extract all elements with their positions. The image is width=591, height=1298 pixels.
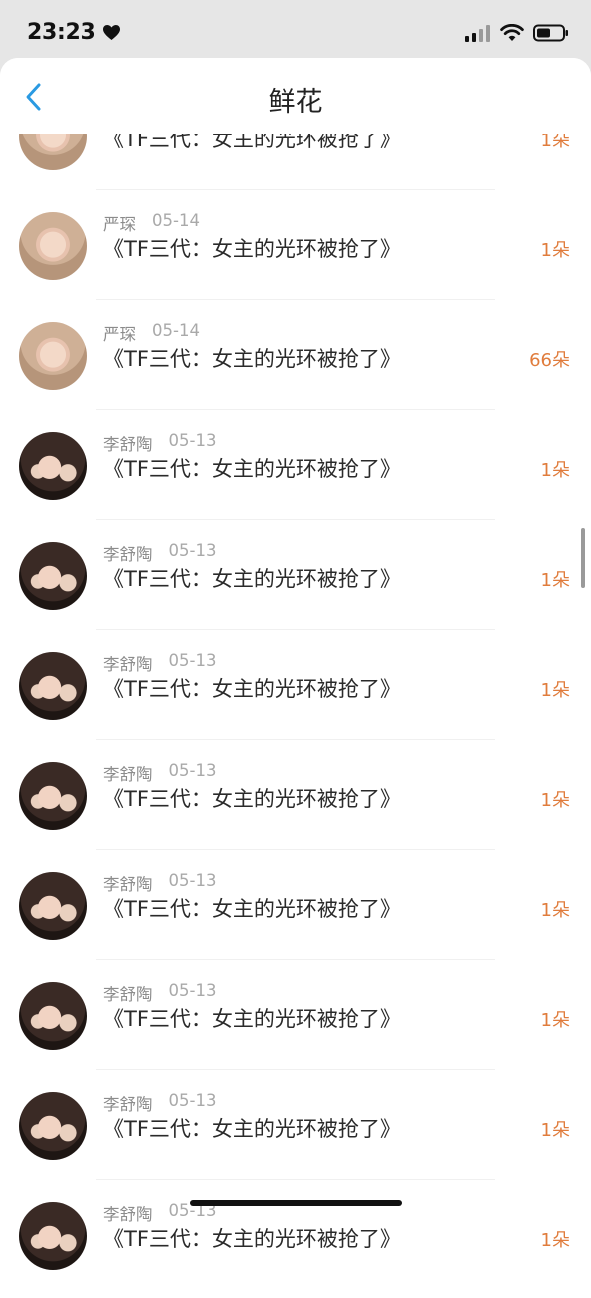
item-username: 严琛	[103, 325, 136, 344]
item-count: 1朵	[540, 900, 570, 921]
item-title: 《TF三代：女主的光环被抢了》	[103, 457, 401, 481]
item-username: 李舒陶	[103, 1205, 153, 1224]
item-title: 《TF三代：女主的光环被抢了》	[103, 1117, 401, 1141]
item-date: 05-13	[168, 1091, 217, 1110]
item-date: 05-13	[168, 651, 217, 670]
item-count: 1朵	[540, 1120, 570, 1141]
avatar[interactable]	[19, 542, 87, 610]
item-count: 1朵	[540, 240, 570, 261]
item-username: 李舒陶	[103, 985, 153, 1004]
list-item[interactable]: 李舒陶 05-13 《TF三代：女主的光环被抢了》 1朵	[0, 410, 591, 520]
item-username: 李舒陶	[103, 875, 153, 894]
flowers-card: 鲜花 《TF三代：女主的光环被抢了》 1朵 严琛 05-14 《TF三代：女主的…	[0, 58, 591, 1298]
list-item[interactable]: 李舒陶 05-13 《TF三代：女主的光环被抢了》 1朵	[0, 1180, 591, 1290]
list-item[interactable]: 严琛 05-14 《TF三代：女主的光环被抢了》 1朵	[0, 190, 591, 300]
item-username: 李舒陶	[103, 1095, 153, 1114]
item-count: 1朵	[540, 1010, 570, 1031]
flower-list: 《TF三代：女主的光环被抢了》 1朵 严琛 05-14 《TF三代：女主的光环被…	[0, 80, 591, 1290]
home-indicator[interactable]	[190, 1200, 402, 1206]
item-username: 严琛	[103, 215, 136, 234]
item-count: 1朵	[540, 680, 570, 701]
nav-header: 鲜花	[0, 58, 591, 134]
item-count: 1朵	[540, 790, 570, 811]
item-date: 05-13	[168, 431, 217, 450]
scroll-indicator[interactable]	[581, 528, 585, 588]
status-icons	[465, 24, 569, 42]
item-date: 05-14	[152, 321, 200, 340]
item-meta: 严琛 05-14	[103, 321, 200, 345]
avatar[interactable]	[19, 982, 87, 1050]
item-meta: 李舒陶 05-13	[103, 1091, 216, 1115]
avatar[interactable]	[19, 872, 87, 940]
heart-icon	[102, 24, 120, 41]
list-item[interactable]: 李舒陶 05-13 《TF三代：女主的光环被抢了》 1朵	[0, 850, 591, 960]
item-username: 李舒陶	[103, 655, 153, 674]
item-title: 《TF三代：女主的光环被抢了》	[103, 347, 401, 371]
wifi-icon	[500, 24, 524, 41]
item-date: 05-13	[168, 541, 217, 560]
list-item[interactable]: 李舒陶 05-13 《TF三代：女主的光环被抢了》 1朵	[0, 520, 591, 630]
item-count: 1朵	[540, 570, 570, 591]
item-title: 《TF三代：女主的光环被抢了》	[103, 897, 401, 921]
item-title: 《TF三代：女主的光环被抢了》	[103, 567, 401, 591]
list-item[interactable]: 李舒陶 05-13 《TF三代：女主的光环被抢了》 1朵	[0, 630, 591, 740]
list-item[interactable]: 严琛 05-14 《TF三代：女主的光环被抢了》 66朵	[0, 300, 591, 410]
list-item[interactable]: 李舒陶 05-13 《TF三代：女主的光环被抢了》 1朵	[0, 740, 591, 850]
item-meta: 严琛 05-14	[103, 211, 200, 235]
item-meta: 李舒陶 05-13	[103, 761, 216, 785]
item-meta: 李舒陶 05-13	[103, 651, 216, 675]
item-count: 66朵	[529, 350, 570, 371]
avatar[interactable]	[19, 212, 87, 280]
item-meta: 李舒陶 05-13	[103, 981, 216, 1005]
item-date: 05-13	[168, 871, 217, 890]
avatar[interactable]	[19, 762, 87, 830]
item-count: 1朵	[540, 1230, 570, 1251]
item-count: 1朵	[540, 460, 570, 481]
avatar[interactable]	[19, 322, 87, 390]
item-title: 《TF三代：女主的光环被抢了》	[103, 1007, 401, 1031]
list-item[interactable]: 李舒陶 05-13 《TF三代：女主的光环被抢了》 1朵	[0, 960, 591, 1070]
list-item[interactable]: 李舒陶 05-13 《TF三代：女主的光环被抢了》 1朵	[0, 1070, 591, 1180]
battery-icon	[533, 24, 568, 42]
status-time: 23:23	[27, 20, 121, 45]
avatar[interactable]	[19, 432, 87, 500]
item-title: 《TF三代：女主的光环被抢了》	[103, 237, 401, 261]
item-date: 05-13	[168, 981, 217, 1000]
item-title: 《TF三代：女主的光环被抢了》	[103, 1227, 401, 1251]
item-meta: 李舒陶 05-13	[103, 541, 216, 565]
item-username: 李舒陶	[103, 545, 153, 564]
avatar[interactable]	[19, 652, 87, 720]
item-meta: 李舒陶 05-13	[103, 871, 216, 895]
item-date: 05-13	[168, 761, 217, 780]
item-meta: 李舒陶 05-13	[103, 431, 216, 455]
avatar[interactable]	[19, 1202, 87, 1270]
cellular-signal-icon	[465, 24, 490, 42]
item-title: 《TF三代：女主的光环被抢了》	[103, 787, 401, 811]
item-username: 李舒陶	[103, 765, 153, 784]
item-title: 《TF三代：女主的光环被抢了》	[103, 677, 401, 701]
status-time-text: 23:23	[27, 20, 96, 45]
item-date: 05-14	[152, 211, 200, 230]
item-username: 李舒陶	[103, 435, 153, 454]
page-title: 鲜花	[268, 87, 323, 118]
avatar[interactable]	[19, 1092, 87, 1160]
